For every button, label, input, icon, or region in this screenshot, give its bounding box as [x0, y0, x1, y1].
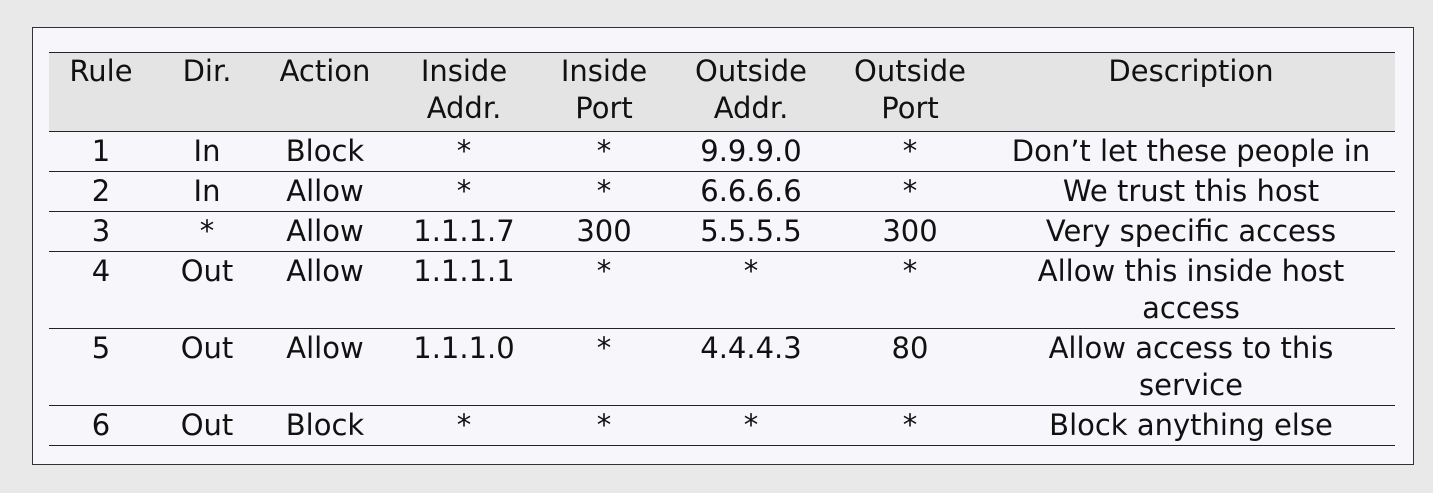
cell-outside-port: 80 [891, 331, 929, 365]
cell-inside-port: * [596, 134, 612, 168]
cell-outside-port: * [902, 254, 918, 288]
cell-inside-addr: 1.1.1.7 [413, 214, 515, 248]
cell-description: Allow this inside host access [1037, 254, 1345, 325]
header-dir: Dir. [182, 54, 232, 88]
cell-description: Don’t let these people in [1011, 134, 1371, 168]
cell-outside-port: * [902, 408, 918, 442]
cell-action: Allow [286, 254, 364, 288]
cell-inside-addr: * [456, 408, 472, 442]
cell-action: Allow [286, 331, 364, 365]
header-outside-addr: Outside Addr. [695, 54, 807, 125]
cell-action: Block [285, 408, 365, 442]
cell-outside-addr: 5.5.5.5 [700, 214, 802, 248]
cell-inside-addr: 1.1.1.0 [413, 331, 515, 365]
cell-description: We trust this host [1062, 174, 1320, 208]
cell-inside-port: * [596, 408, 612, 442]
cell-dir: In [193, 134, 221, 168]
cell-description: Allow access to this service [1048, 331, 1334, 402]
cell-outside-addr: 4.4.4.3 [700, 331, 802, 365]
cell-action: Allow [286, 174, 364, 208]
cell-outside-port: * [902, 174, 918, 208]
header-inside-port: Inside Port [560, 54, 648, 125]
cell-outside-port: * [902, 134, 918, 168]
cell-dir: In [193, 174, 221, 208]
cell-description: Very specific access [1045, 214, 1337, 248]
cell-inside-port: 300 [576, 214, 632, 248]
cell-inside-port: * [596, 254, 612, 288]
cell-rule: 4 [91, 254, 111, 288]
cell-rule: 5 [91, 331, 111, 365]
header-rule: Rule [69, 54, 133, 88]
cell-inside-addr: * [456, 174, 472, 208]
table-row: 3 * Allow 1.1.1.7 300 5.5.5.5 300 Very s… [49, 212, 1395, 252]
header-description: Description [1108, 54, 1274, 88]
table-row: 2 In Allow * * 6.6.6.6 * We trust this h… [49, 172, 1395, 212]
cell-rule: 2 [91, 174, 111, 208]
firewall-rules-table: Rule Dir. Action Inside Addr. Inside Port … [49, 52, 1395, 446]
cell-rule: 1 [91, 134, 111, 168]
table-header-row: Rule Dir. Action Inside Addr. Inside Port … [49, 52, 1395, 132]
cell-action: Allow [286, 214, 364, 248]
table-row: 6 Out Block * * * * Block anything else [49, 406, 1395, 446]
cell-dir: Out [180, 254, 234, 288]
cell-inside-addr: 1.1.1.1 [413, 254, 515, 288]
cell-outside-addr: * [743, 254, 759, 288]
table-row: 5 Out Allow 1.1.1.0 * 4.4.4.3 80 Allow a… [49, 329, 1395, 406]
cell-inside-port: * [596, 174, 612, 208]
cell-rule: 6 [91, 408, 111, 442]
header-action: Action [279, 54, 371, 88]
table-frame: Rule Dir. Action Inside Addr. Inside Port … [32, 27, 1414, 465]
header-inside-addr: Inside Addr. [420, 54, 508, 125]
cell-dir: Out [180, 408, 234, 442]
cell-dir: Out [180, 331, 234, 365]
cell-rule: 3 [91, 214, 111, 248]
header-outside-port: Outside Port [854, 54, 966, 125]
cell-action: Block [285, 134, 365, 168]
cell-outside-addr: 9.9.9.0 [700, 134, 802, 168]
cell-outside-port: 300 [882, 214, 938, 248]
cell-description: Block anything else [1049, 408, 1333, 442]
cell-dir: * [199, 214, 215, 248]
cell-outside-addr: 6.6.6.6 [700, 174, 802, 208]
table-row: 4 Out Allow 1.1.1.1 * * * Allow this ins… [49, 252, 1395, 329]
cell-inside-port: * [596, 331, 612, 365]
cell-outside-addr: * [743, 408, 759, 442]
cell-inside-addr: * [456, 134, 472, 168]
table-row: 1 In Block * * 9.9.9.0 * Don’t let these… [49, 132, 1395, 172]
